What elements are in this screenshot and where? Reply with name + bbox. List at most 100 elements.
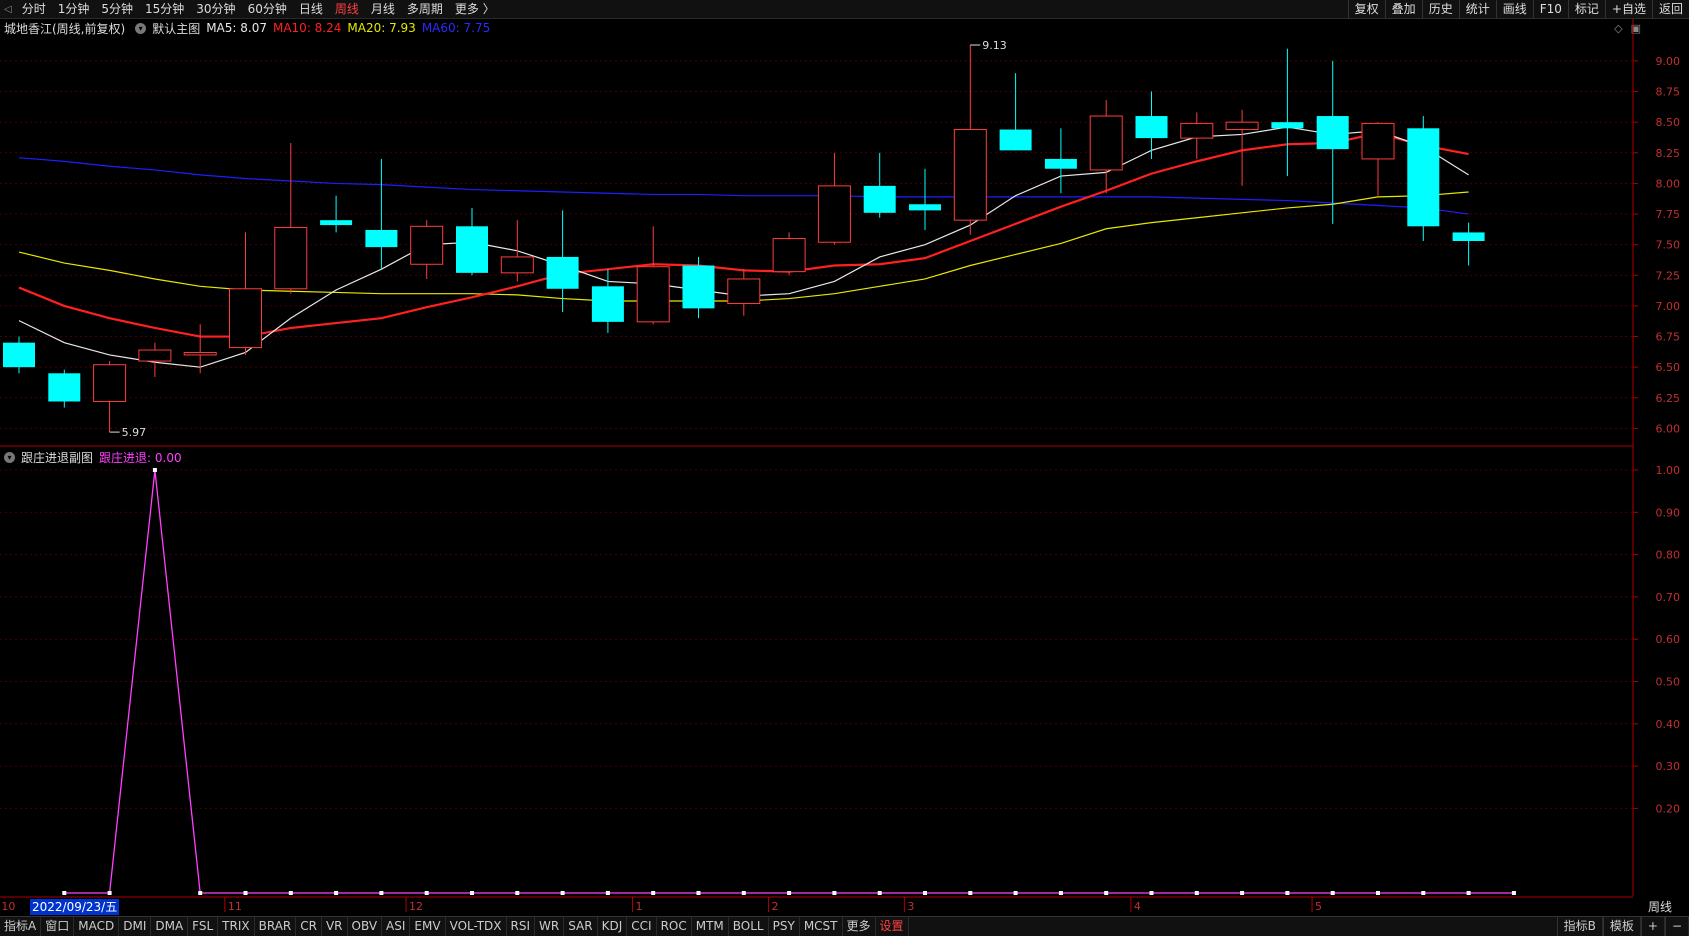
tab-brar[interactable]: BRAR	[255, 917, 297, 936]
tab-vr[interactable]: VR	[322, 917, 348, 936]
y-tick-label: 7.50	[1656, 239, 1681, 252]
tab-roc[interactable]: ROC	[657, 917, 692, 936]
indicator-point	[1149, 891, 1154, 895]
candle-body	[1407, 128, 1440, 227]
y-tick-label: 7.00	[1656, 300, 1681, 313]
indicator-tab-bar: 指标A 窗口 MACD DMI DMA FSL TRIX BRAR CR VR …	[0, 916, 1689, 936]
y-tick-label: 6.00	[1656, 422, 1681, 435]
candles	[3, 45, 1485, 433]
month-label: 10	[1, 900, 15, 913]
month-label: 5	[1315, 900, 1322, 913]
indicator-point	[1104, 891, 1109, 895]
tab-cr[interactable]: CR	[296, 917, 322, 936]
tab-psy[interactable]: PSY	[769, 917, 800, 936]
indicator-point	[1285, 891, 1290, 895]
indicator-point	[832, 891, 837, 895]
candle-body	[1180, 122, 1214, 139]
candle-body	[229, 288, 262, 349]
indicator-point	[741, 891, 746, 895]
indicator-point	[515, 891, 520, 895]
candle-body	[909, 204, 941, 211]
indicator-point	[560, 891, 565, 895]
y-tick-label: 7.75	[1656, 208, 1681, 221]
tab-rsi[interactable]: RSI	[507, 917, 536, 936]
candle-body	[138, 349, 172, 362]
y-tick-label: 1.00	[1656, 464, 1681, 477]
indicator-point	[1376, 891, 1380, 895]
candle-body	[863, 185, 896, 213]
tab-emv[interactable]: EMV	[410, 917, 446, 936]
candle-body	[1361, 122, 1395, 160]
candle-body	[183, 351, 217, 356]
tab-macd[interactable]: MACD	[74, 917, 120, 936]
candle-body	[274, 227, 308, 290]
tab-wr[interactable]: WR	[535, 917, 565, 936]
tab-dma[interactable]: DMA	[151, 917, 189, 936]
y-tick-label: 9.00	[1656, 55, 1681, 68]
tab-kdj[interactable]: KDJ	[598, 917, 628, 936]
candle-body	[1225, 121, 1259, 131]
tab-sar[interactable]: SAR	[564, 917, 598, 936]
zoom-out-button[interactable]: −	[1664, 917, 1689, 936]
indicator-point	[424, 891, 429, 895]
tab-indicator-a[interactable]: 指标A	[0, 917, 42, 936]
y-tick-label: 8.00	[1656, 177, 1681, 190]
tab-obv[interactable]: OBV	[348, 917, 383, 936]
tab-indicator-b[interactable]: 指标B	[1556, 917, 1603, 936]
indicator-point	[605, 891, 610, 895]
y-tick-label: 0.70	[1656, 591, 1681, 604]
tab-template[interactable]: 模板	[1602, 917, 1641, 936]
indicator-point	[968, 891, 973, 895]
tab-mtm[interactable]: MTM	[692, 917, 729, 936]
candle-body	[591, 286, 624, 322]
indicator-point	[651, 891, 656, 895]
tab-cci[interactable]: CCI	[627, 917, 657, 936]
indicator-point	[1013, 891, 1018, 895]
tab-vol-tdx[interactable]: VOL-TDX	[446, 917, 507, 936]
tab-window[interactable]: 窗口	[41, 917, 75, 936]
candle-body	[1135, 116, 1168, 139]
y-tick-label: 8.50	[1656, 116, 1681, 129]
indicator-point	[243, 891, 248, 895]
indicator-point	[1240, 891, 1245, 895]
indicator-point	[470, 891, 474, 895]
indicator-point	[288, 891, 293, 895]
zoom-in-button[interactable]: +	[1640, 917, 1665, 936]
candle-body	[999, 129, 1032, 151]
tab-fsl[interactable]: FSL	[188, 917, 219, 936]
candle-body	[365, 229, 398, 248]
y-tick-label: 6.25	[1656, 392, 1681, 405]
indicator-point	[334, 891, 339, 895]
candle-body	[1271, 122, 1304, 129]
y-tick-label: 6.75	[1656, 331, 1681, 344]
indicator-point	[787, 891, 792, 895]
candle-body	[410, 225, 444, 265]
date-tag: 2022/09/23/五	[30, 899, 120, 915]
y-tick-label: 6.50	[1656, 361, 1681, 374]
tab-boll[interactable]: BOLL	[729, 917, 769, 936]
candle-body	[320, 220, 353, 226]
tab-asi[interactable]: ASI	[382, 917, 411, 936]
tab-dmi[interactable]: DMI	[119, 917, 152, 936]
candle-body	[1089, 115, 1123, 171]
indicator-point	[696, 891, 701, 895]
y-tick-label: 0.30	[1656, 760, 1681, 773]
candle-body	[636, 266, 670, 323]
y-tick-label: 0.80	[1656, 549, 1681, 562]
month-label: 2	[771, 900, 778, 913]
tab-trix[interactable]: TRIX	[218, 917, 255, 936]
candle-body	[817, 185, 851, 243]
indicator-point	[379, 891, 384, 895]
y-tick-label: 0.50	[1656, 676, 1681, 689]
candle-body	[727, 278, 761, 304]
tab-more-indicators[interactable]: 更多	[843, 917, 876, 936]
indicator-point	[1511, 891, 1516, 895]
y-tick-label: 0.40	[1656, 718, 1681, 731]
grid-lines	[0, 60, 1633, 809]
y-tick-label: 8.25	[1656, 147, 1681, 160]
candle-body	[48, 373, 81, 402]
tab-mcst[interactable]: MCST	[800, 917, 843, 936]
tab-settings[interactable]: 设置	[876, 917, 909, 936]
ma60-line	[18, 157, 1469, 215]
y-tick-label: 0.90	[1656, 506, 1681, 519]
